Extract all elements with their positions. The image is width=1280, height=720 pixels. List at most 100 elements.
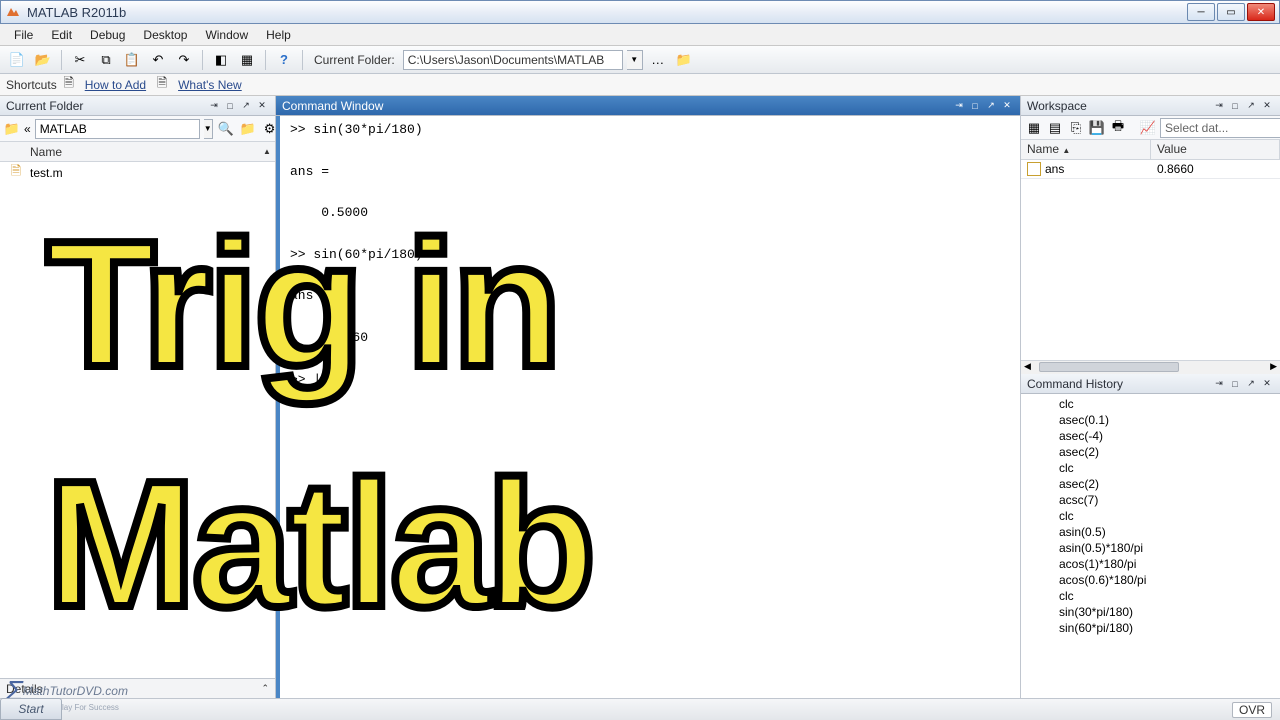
folder-up-icon: 📁 <box>676 52 692 68</box>
panel-maximize-icon[interactable]: ↗ <box>1244 99 1258 113</box>
panel-maximize-icon[interactable]: ↗ <box>239 99 253 113</box>
workspace-hscroll[interactable]: ◀ ▶ <box>1021 360 1280 374</box>
ws-plot-button[interactable]: 📈 <box>1139 117 1157 139</box>
ws-col-name[interactable]: Name ▲ <box>1021 140 1151 159</box>
history-line[interactable]: clc <box>1021 588 1280 604</box>
left-column: Current Folder ⇥ □ ↗ ✕ 📁 « ▼ 🔍 📁 ⚙ Name … <box>0 96 276 698</box>
matlab-logo-icon <box>5 4 21 20</box>
ws-save-button[interactable]: 💾 <box>1088 117 1106 139</box>
current-folder-path[interactable] <box>403 50 623 70</box>
menu-edit[interactable]: Edit <box>43 26 80 44</box>
history-line[interactable]: sin(30*pi/180) <box>1021 604 1280 620</box>
menu-window[interactable]: Window <box>197 26 256 44</box>
copy-button[interactable]: ⧉ <box>95 49 117 71</box>
folder-search-button[interactable]: 🔍 <box>217 118 235 140</box>
paste-button[interactable]: 📋 <box>121 49 143 71</box>
folder-actions-button[interactable]: 📁 <box>239 118 257 140</box>
panel-close-icon[interactable]: ✕ <box>1000 99 1014 113</box>
folder-icon: 📁 <box>4 121 20 137</box>
shortcut-how-to-add[interactable]: How to Add <box>85 78 146 92</box>
history-line[interactable]: asec(2) <box>1021 444 1280 460</box>
history-line[interactable]: clc <box>1021 508 1280 524</box>
paste-icon: 📋 <box>124 52 140 68</box>
panel-pin-icon[interactable]: ⇥ <box>952 99 966 113</box>
start-button[interactable]: Start <box>0 698 62 720</box>
var-value: 0.8660 <box>1151 160 1280 178</box>
panel-undock-icon[interactable]: □ <box>1228 99 1242 113</box>
panel-close-icon[interactable]: ✕ <box>1260 377 1274 391</box>
copy-icon: ⧉ <box>98 52 114 68</box>
panel-maximize-icon[interactable]: ↗ <box>984 99 998 113</box>
file-row[interactable]: 🗎 test.m <box>0 164 275 182</box>
history-line[interactable]: asin(0.5) <box>1021 524 1280 540</box>
panel-undock-icon[interactable]: □ <box>968 99 982 113</box>
menu-debug[interactable]: Debug <box>82 26 133 44</box>
history-line[interactable]: acos(1)*180/pi <box>1021 556 1280 572</box>
panel-maximize-icon[interactable]: ↗ <box>1244 377 1258 391</box>
close-button[interactable]: ✕ <box>1247 3 1275 21</box>
guide-button[interactable]: ▦ <box>236 49 258 71</box>
history-line[interactable]: acos(0.6)*180/pi <box>1021 572 1280 588</box>
titlebar: MATLAB R2011b ─ ▭ ✕ <box>0 0 1280 24</box>
history-line[interactable]: clc <box>1021 460 1280 476</box>
ws-print-button[interactable]: 🖶 <box>1109 117 1127 139</box>
scroll-thumb[interactable] <box>1039 362 1179 372</box>
main-layout: Current Folder ⇥ □ ↗ ✕ 📁 « ▼ 🔍 📁 ⚙ Name … <box>0 96 1280 698</box>
help-button[interactable]: ? <box>273 49 295 71</box>
undo-button[interactable]: ↶ <box>147 49 169 71</box>
browse-folder-button[interactable]: … <box>647 49 669 71</box>
workspace-header: Workspace ⇥ □ ↗ ✕ <box>1021 96 1280 116</box>
workspace-row[interactable]: ans 0.8660 <box>1021 160 1280 179</box>
history-line[interactable]: acsc(7) <box>1021 492 1280 508</box>
ws-new-button[interactable]: ▦ <box>1025 117 1043 139</box>
history-line[interactable]: sin(60*pi/180) <box>1021 620 1280 636</box>
folder-dropdown-button[interactable]: ▼ <box>627 50 643 70</box>
shortcut-whats-new[interactable]: What's New <box>178 78 242 92</box>
watermark-brand: MathTutorDVD <box>23 684 102 698</box>
panel-undock-icon[interactable]: □ <box>223 99 237 113</box>
scroll-right-icon[interactable]: ▶ <box>1270 361 1277 372</box>
maximize-button[interactable]: ▭ <box>1217 3 1245 21</box>
variable-icon <box>1027 162 1041 176</box>
redo-button[interactable]: ↷ <box>173 49 195 71</box>
panel-pin-icon[interactable]: ⇥ <box>207 99 221 113</box>
menu-desktop[interactable]: Desktop <box>135 26 195 44</box>
panel-pin-icon[interactable]: ⇥ <box>1212 99 1226 113</box>
panel-close-icon[interactable]: ✕ <box>255 99 269 113</box>
history-line[interactable]: asec(2) <box>1021 476 1280 492</box>
cut-button[interactable]: ✂ <box>69 49 91 71</box>
plot-icon: 📈 <box>1140 120 1156 136</box>
workspace-toolbar: ▦ ▤ ⎘ 💾 🖶 📈 ▼ <box>1021 116 1280 140</box>
menu-help[interactable]: Help <box>258 26 299 44</box>
command-window-body[interactable]: >> sin(30*pi/180) ans = 0.5000 >> sin(60… <box>276 116 1020 698</box>
history-line[interactable]: asec(-4) <box>1021 428 1280 444</box>
open-file-button[interactable]: 📂 <box>32 49 54 71</box>
up-folder-button[interactable]: 📁 <box>673 49 695 71</box>
history-line[interactable]: clc <box>1021 396 1280 412</box>
folder-breadcrumb[interactable] <box>35 119 200 139</box>
sort-asc-icon: ▲ <box>1062 146 1070 155</box>
new-file-icon: 📄 <box>9 52 25 68</box>
breadcrumb-dropdown[interactable]: ▼ <box>204 119 213 139</box>
ws-col-value[interactable]: Value <box>1151 140 1280 159</box>
history-line[interactable]: asec(0.1) <box>1021 412 1280 428</box>
minimize-button[interactable]: ─ <box>1187 3 1215 21</box>
ws-import-button[interactable]: ⎘ <box>1067 117 1085 139</box>
shortcuts-bar: Shortcuts 🗎 How to Add 🗎 What's New <box>0 74 1280 96</box>
shortcut-new-icon: 🗎 <box>154 77 170 93</box>
history-line[interactable]: asin(0.5)*180/pi <box>1021 540 1280 556</box>
col-name[interactable]: Name <box>30 145 255 159</box>
scroll-left-icon[interactable]: ◀ <box>1024 361 1031 372</box>
new-file-button[interactable]: 📄 <box>6 49 28 71</box>
save-icon: 💾 <box>1089 120 1105 136</box>
ws-plot-select[interactable] <box>1160 118 1280 138</box>
panel-undock-icon[interactable]: □ <box>1228 377 1242 391</box>
simulink-button[interactable]: ◧ <box>210 49 232 71</box>
panel-close-icon[interactable]: ✕ <box>1260 99 1274 113</box>
menu-file[interactable]: File <box>6 26 41 44</box>
panel-pin-icon[interactable]: ⇥ <box>1212 377 1226 391</box>
toolbar-separator <box>61 50 62 70</box>
toolbar-separator <box>202 50 203 70</box>
command-history-body[interactable]: clcasec(0.1)asec(-4)asec(2)clcasec(2)acs… <box>1021 394 1280 698</box>
ws-open-button[interactable]: ▤ <box>1046 117 1064 139</box>
